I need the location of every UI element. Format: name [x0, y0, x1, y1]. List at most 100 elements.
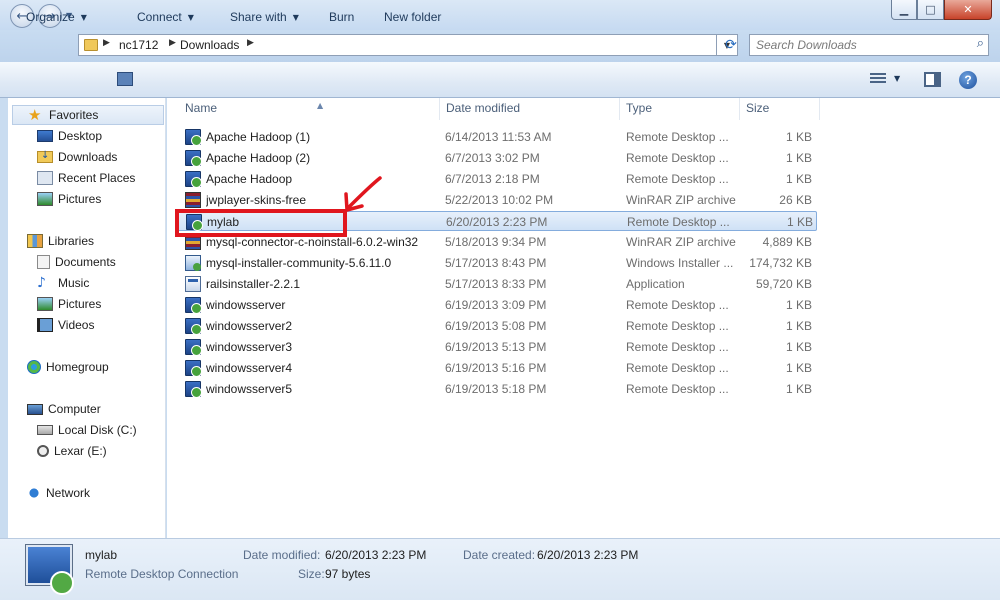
- file-date-modified: 6/14/2013 11:53 AM: [445, 130, 552, 144]
- file-type: Remote Desktop ...: [626, 151, 729, 165]
- change-view-icon[interactable]: [870, 73, 886, 85]
- nav-recent-places[interactable]: Recent Places: [37, 168, 135, 188]
- organize-menu-button[interactable]: Organize ▼: [26, 10, 87, 24]
- network-icon: [27, 486, 41, 500]
- file-name: windowsserver3: [206, 340, 293, 354]
- chevron-right-icon[interactable]: ▶: [247, 38, 254, 48]
- file-type: Remote Desktop ...: [626, 130, 729, 144]
- file-size: 59,720 KB: [755, 277, 812, 291]
- preview-pane-icon[interactable]: [924, 72, 941, 87]
- nav-computer[interactable]: Computer: [27, 399, 101, 419]
- nav-pictures-library[interactable]: Pictures: [37, 294, 101, 314]
- nav-label: Recent Places: [58, 171, 136, 185]
- file-row[interactable]: windowsserver 6/19/2013 3:09 PM Remote Des…: [177, 295, 817, 315]
- file-row[interactable]: Apache Hadoop (1) 6/14/2013 11:53 AM Remot…: [177, 127, 817, 147]
- burn-button[interactable]: Burn: [329, 10, 354, 24]
- homegroup-icon: [27, 360, 41, 374]
- file-row[interactable]: Apache Hadoop 6/7/2013 2:18 PM Remote Desk…: [177, 169, 817, 189]
- chevron-right-icon[interactable]: ▶: [169, 38, 176, 48]
- zip-icon: [185, 192, 201, 208]
- file-date-modified: 6/19/2013 5:18 PM: [445, 382, 547, 396]
- file-size: 1 KB: [785, 130, 812, 144]
- breadcrumb-downloads[interactable]: Downloads: [180, 38, 239, 52]
- nav-music[interactable]: ♪ Music: [37, 273, 89, 293]
- file-name: jwplayer-skins-free: [206, 193, 307, 207]
- file-name: windowsserver2: [206, 319, 293, 333]
- nav-videos[interactable]: Videos: [37, 315, 94, 335]
- column-name[interactable]: Name ▲: [179, 98, 440, 120]
- column-header: Name ▲ Date modified Type Size: [167, 98, 1000, 120]
- file-row[interactable]: windowsserver2 6/19/2013 5:08 PM Remote De…: [177, 316, 817, 336]
- file-name: Apache Hadoop: [206, 172, 293, 186]
- search-box[interactable]: ⌕: [749, 34, 989, 56]
- rdp-icon: [185, 297, 202, 314]
- file-row[interactable]: windowsserver5 6/19/2013 5:18 PM Remote De…: [177, 379, 817, 399]
- nav-homegroup[interactable]: Homegroup: [27, 357, 109, 377]
- nav-downloads[interactable]: Downloads: [37, 147, 117, 167]
- file-row[interactable]: jwplayer-skins-free 5/22/2013 10:02 PM Win…: [177, 190, 817, 210]
- file-type: Windows Installer ...: [626, 256, 734, 270]
- column-type[interactable]: Type: [620, 98, 740, 120]
- nav-pictures-favorite[interactable]: Pictures: [37, 189, 101, 209]
- nav-label: Videos: [58, 318, 95, 332]
- nav-label: Pictures: [58, 192, 102, 206]
- file-name: Apache Hadoop (1): [206, 130, 311, 144]
- file-row[interactable]: mysql-installer-community-5.6.11.0 5/17/2…: [177, 253, 817, 273]
- column-date-modified[interactable]: Date modified: [440, 98, 620, 120]
- details-pane: mylab Remote Desktop Connection Date mod…: [0, 538, 1000, 600]
- close-button[interactable]: ✕: [944, 0, 992, 20]
- detail-file-name: mylab: [85, 548, 118, 562]
- nav-lexar-drive[interactable]: Lexar (E:): [37, 441, 107, 461]
- nav-desktop[interactable]: Desktop: [37, 126, 102, 146]
- pictures-icon: [37, 297, 53, 311]
- file-name: railsinstaller-2.2.1: [206, 277, 301, 291]
- chevron-right-icon[interactable]: ▶: [103, 38, 110, 48]
- nav-label: Favorites: [49, 108, 99, 122]
- file-size: 1 KB: [785, 151, 812, 165]
- refresh-button[interactable]: ⟳: [719, 34, 743, 56]
- file-date-modified: 6/20/2013 2:23 PM: [446, 215, 548, 229]
- nav-libraries[interactable]: Libraries: [27, 231, 94, 251]
- nav-label: Local Disk (C:): [58, 423, 137, 437]
- maximize-button[interactable]: □: [917, 0, 944, 20]
- file-row[interactable]: railsinstaller-2.2.1 5/17/2013 8:33 PM App…: [177, 274, 817, 294]
- file-row[interactable]: windowsserver3 6/19/2013 5:13 PM Remote De…: [177, 337, 817, 357]
- nav-documents[interactable]: Documents: [37, 252, 116, 272]
- rdp-icon: [185, 318, 202, 335]
- file-date-modified: 6/19/2013 5:08 PM: [445, 319, 547, 333]
- address-bar[interactable]: ▶ nc1712 ▶ Downloads ▶: [78, 34, 716, 56]
- minimize-button[interactable]: ▁: [891, 0, 917, 20]
- application-icon: [185, 276, 201, 292]
- breadcrumb-nc1712[interactable]: nc1712: [119, 38, 158, 52]
- nav-favorites[interactable]: ★ Favorites: [12, 105, 164, 125]
- sort-ascending-icon: ▲: [317, 101, 324, 110]
- nav-label: Music: [58, 276, 90, 290]
- annotation-arrow: [344, 176, 382, 212]
- file-date-modified: 6/7/2013 3:02 PM: [445, 151, 540, 165]
- file-type: Remote Desktop ...: [626, 298, 729, 312]
- rdp-icon: [185, 129, 202, 146]
- connect-button[interactable]: Connect ▼: [137, 10, 194, 24]
- nav-network[interactable]: Network: [27, 483, 90, 503]
- removable-drive-icon: [37, 445, 49, 457]
- search-input[interactable]: [756, 37, 966, 53]
- help-icon[interactable]: ?: [959, 71, 977, 89]
- new-folder-button[interactable]: New folder: [384, 10, 441, 24]
- file-row[interactable]: windowsserver4 6/19/2013 5:16 PM Remote De…: [177, 358, 817, 378]
- share-with-button[interactable]: Share with ▼: [230, 10, 299, 24]
- column-size[interactable]: Size: [740, 98, 820, 120]
- chevron-down-icon: ▼: [80, 13, 87, 22]
- search-icon[interactable]: ⌕: [977, 36, 984, 51]
- star-icon: ★: [28, 106, 42, 124]
- file-size: 1 KB: [785, 298, 812, 312]
- file-row[interactable]: Apache Hadoop (2) 6/7/2013 3:02 PM Remote …: [177, 148, 817, 168]
- file-name: windowsserver: [206, 298, 286, 312]
- file-type: Remote Desktop ...: [626, 172, 729, 186]
- file-date-modified: 5/22/2013 10:02 PM: [445, 193, 554, 207]
- chevron-down-icon: ▼: [187, 13, 194, 22]
- annotation-highlight-box: [175, 209, 347, 237]
- nav-label: Computer: [48, 402, 101, 416]
- view-options-dropdown[interactable]: ▼: [894, 74, 900, 83]
- file-type: Application: [626, 277, 685, 291]
- nav-local-disk[interactable]: Local Disk (C:): [37, 420, 137, 440]
